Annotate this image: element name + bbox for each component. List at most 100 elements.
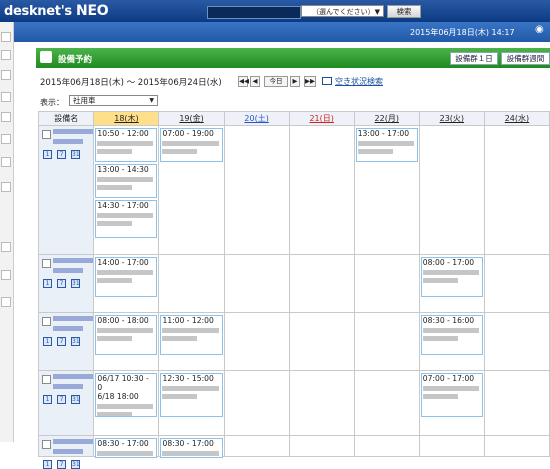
resource-name-link[interactable] (53, 449, 83, 454)
display-select[interactable]: 社用車 ▼ (69, 95, 158, 106)
sidebar-icon[interactable] (1, 50, 11, 60)
day-cell[interactable] (223, 312, 290, 371)
group-week-button[interactable]: 設備群週間 (501, 52, 550, 65)
calendar-icon[interactable]: 31 (71, 395, 80, 404)
day-cell[interactable]: 12:30 - 15:00 (158, 370, 225, 436)
day-header[interactable]: 24(水) (483, 111, 550, 126)
day-cell[interactable] (223, 370, 290, 436)
day-cell[interactable]: 08:30 - 16:00 (418, 312, 485, 371)
day-cell[interactable] (483, 125, 550, 255)
signal-icon[interactable]: ◉ (535, 24, 549, 42)
day-cell[interactable]: 08:30 - 17:00 (93, 435, 160, 458)
calendar-icon[interactable]: 1 (43, 150, 52, 159)
day-cell[interactable] (483, 254, 550, 313)
reservation[interactable]: 08:00 - 17:00 (420, 257, 483, 297)
day-header[interactable]: 21(日) (288, 111, 355, 126)
calendar-icon[interactable]: 7 (57, 395, 66, 404)
sidebar-icon[interactable] (1, 32, 11, 42)
today-button[interactable]: 今日 (264, 76, 288, 87)
day-cell[interactable]: 11:00 - 12:00 (158, 312, 225, 371)
calendar-search-icon[interactable] (322, 77, 332, 85)
day-cell[interactable] (483, 312, 550, 371)
prev-day-icon[interactable]: ◀ (250, 76, 260, 87)
reservation[interactable]: 12:30 - 15:00 (160, 373, 223, 417)
resource-checkbox[interactable] (42, 375, 51, 384)
prev-week-icon[interactable]: ◀◀ (238, 76, 249, 87)
sidebar-icon[interactable] (1, 112, 11, 122)
reservation[interactable]: 13:00 - 14:30 (95, 164, 158, 198)
calendar-icon[interactable]: 31 (71, 460, 80, 469)
day-cell[interactable] (353, 312, 420, 371)
day-cell[interactable] (288, 125, 355, 255)
resource-checkbox[interactable] (42, 259, 51, 268)
calendar-icon[interactable]: 7 (57, 150, 66, 159)
day-header[interactable]: 20(土) (223, 111, 290, 126)
sidebar-icon[interactable] (1, 297, 11, 307)
day-cell[interactable] (418, 435, 485, 457)
sidebar-icon[interactable] (1, 70, 11, 80)
day-cell[interactable] (353, 254, 420, 313)
reservation[interactable]: 07:00 - 17:00 (420, 373, 483, 417)
calendar-icon[interactable]: 7 (57, 460, 66, 469)
calendar-icon[interactable]: 1 (43, 460, 52, 469)
day-cell[interactable]: 10:50 - 12:00 13:00 - 14:30 14:30 - 17:00 (93, 125, 160, 255)
day-header[interactable]: 18(木) (93, 111, 160, 126)
resource-name-link[interactable] (53, 384, 83, 389)
day-cell[interactable]: 07:00 - 19:00 (158, 125, 225, 255)
day-cell[interactable] (483, 435, 550, 457)
search-button[interactable]: 検索 (387, 5, 421, 18)
resource-name-link[interactable] (53, 316, 93, 321)
resource-checkbox[interactable] (42, 317, 51, 326)
resource-checkbox[interactable] (42, 440, 51, 449)
day-cell[interactable] (288, 312, 355, 371)
resource-checkbox[interactable] (42, 130, 51, 139)
day-cell[interactable] (288, 435, 355, 457)
resource-name-link[interactable] (53, 258, 93, 263)
resource-name-link[interactable] (53, 139, 83, 144)
availability-search-link[interactable]: 空き状況検索 (335, 76, 383, 87)
resource-name-link[interactable] (53, 326, 83, 331)
reservation[interactable]: 14:30 - 17:00 (95, 200, 158, 238)
sidebar-icon[interactable] (1, 242, 11, 252)
calendar-icon[interactable]: 1 (43, 395, 52, 404)
day-cell[interactable] (158, 254, 225, 313)
reservation[interactable]: 10:50 - 12:00 (95, 128, 158, 162)
calendar-icon[interactable]: 7 (57, 279, 66, 288)
day-cell[interactable] (223, 435, 290, 457)
next-day-icon[interactable]: ▶ (290, 76, 300, 87)
day-cell[interactable]: 08:00 - 17:00 (418, 254, 485, 313)
day-cell[interactable]: 06/17 10:30 - 0 6/18 18:00 (93, 370, 160, 436)
calendar-icon[interactable]: 31 (71, 337, 80, 346)
day-cell[interactable] (353, 435, 420, 457)
next-week-icon[interactable]: ▶▶ (304, 76, 316, 87)
day-cell[interactable] (418, 125, 485, 255)
reservation[interactable]: 08:00 - 18:00 (95, 315, 158, 355)
calendar-icon[interactable]: 1 (43, 337, 52, 346)
day-header[interactable]: 22(月) (353, 111, 420, 126)
calendar-icon[interactable]: 7 (57, 337, 66, 346)
reservation[interactable]: 11:00 - 12:00 (160, 315, 223, 355)
reservation[interactable]: 13:00 - 17:00 (355, 128, 418, 162)
sidebar-icon[interactable] (1, 157, 11, 167)
day-cell[interactable] (288, 254, 355, 313)
reservation[interactable]: 08:30 - 17:00 (95, 438, 158, 458)
group-day-button[interactable]: 設備群１日 (450, 52, 498, 65)
day-cell[interactable]: 13:00 - 17:00 (353, 125, 420, 255)
reservation[interactable]: 07:00 - 19:00 (160, 128, 223, 162)
day-cell[interactable] (223, 125, 290, 255)
day-cell[interactable]: 07:00 - 17:00 (418, 370, 485, 436)
global-search-input[interactable] (207, 6, 301, 19)
day-header[interactable]: 23(火) (418, 111, 485, 126)
sidebar-icon[interactable] (1, 134, 11, 144)
resource-name-link[interactable] (53, 268, 83, 273)
day-cell[interactable]: 08:00 - 18:00 (93, 312, 160, 371)
resource-name-link[interactable] (53, 374, 93, 379)
day-cell[interactable] (483, 370, 550, 436)
day-cell[interactable]: 14:00 - 17:00 (93, 254, 160, 313)
calendar-icon[interactable]: 1 (43, 279, 52, 288)
reservation[interactable]: 14:00 - 17:00 (95, 257, 158, 297)
day-cell[interactable] (223, 254, 290, 313)
calendar-icon[interactable]: 31 (71, 279, 80, 288)
sidebar-icon[interactable] (1, 270, 11, 280)
resource-name-link[interactable] (53, 129, 93, 134)
